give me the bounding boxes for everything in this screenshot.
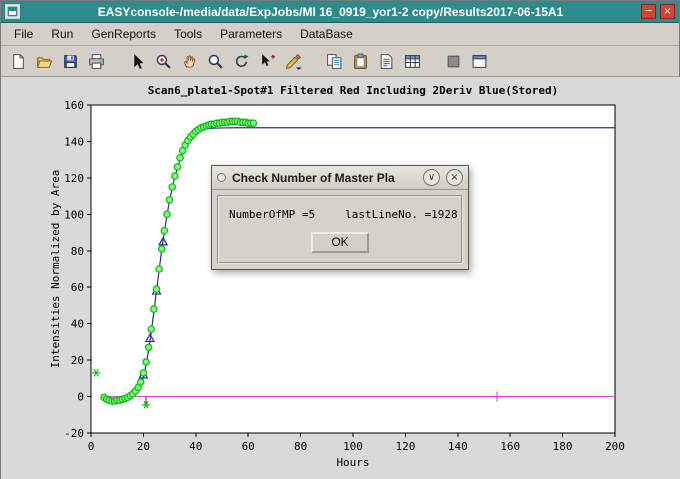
stop-icon[interactable] [441,49,465,73]
svg-text:Intensities Normalized by Area: Intensities Normalized by Area [49,170,62,369]
svg-text:-20: -20 [64,427,84,440]
svg-text:20: 20 [71,354,84,367]
svg-text:40: 40 [189,440,202,453]
save-icon[interactable] [58,49,82,73]
pen-dropdown-icon[interactable] [281,49,305,73]
dialog-check-number-of-master-plates: Check Number of Master Pla ∨ × NumberOfM… [211,165,469,270]
dialog-window-icon [217,173,226,182]
svg-text:100: 100 [343,440,363,453]
toolbar-separator [426,49,439,73]
dialog-close-button[interactable]: × [446,169,463,186]
print-icon[interactable] [84,49,108,73]
chart-canvas[interactable]: Scan6_plate1-Spot#1 Filtered Red Includi… [1,77,680,479]
zoom-area-icon[interactable] [203,49,227,73]
svg-text:120: 120 [64,172,84,185]
svg-text:100: 100 [64,208,84,221]
svg-text:60: 60 [242,440,255,453]
svg-text:80: 80 [294,440,307,453]
dialog-title: Check Number of Master Pla [232,171,417,185]
copy-icon[interactable] [322,49,346,73]
dialog-message: NumberOfMP =5 lastLineNo. =1928 [229,208,451,221]
open-folder-icon[interactable] [32,49,56,73]
svg-text:40: 40 [71,318,84,331]
svg-text:160: 160 [500,440,520,453]
dialog-ok-button[interactable]: OK [311,232,369,253]
minimize-button[interactable]: ─ [641,4,656,19]
titlebar: EASYconsole-/media/data/ExpJobs/MI 16_09… [1,1,679,23]
figure-area: Scan6_plate1-Spot#1 Filtered Red Includi… [1,77,680,479]
document-icon[interactable] [374,49,398,73]
new-file-icon[interactable] [6,49,30,73]
menu-genreports[interactable]: GenReports [82,24,165,44]
dialog-titlebar[interactable]: Check Number of Master Pla ∨ × [212,166,468,190]
svg-text:160: 160 [64,99,84,112]
menu-file[interactable]: File [5,24,42,44]
svg-text:60: 60 [71,281,84,294]
zoom-in-icon[interactable] [151,49,175,73]
app-window: { "window": { "title": "EASYconsole-/med… [0,0,680,479]
pan-hand-icon[interactable] [177,49,201,73]
dialog-ok-row: OK [229,232,451,253]
svg-text:0: 0 [77,391,84,404]
svg-text:20: 20 [137,440,150,453]
toolbar [1,46,679,77]
clipboard-icon[interactable] [348,49,372,73]
toolbar-separator [110,49,123,73]
app-icon [5,4,20,19]
crosshair-pointer-icon[interactable] [255,49,279,73]
svg-text:180: 180 [553,440,573,453]
close-button[interactable]: × [660,4,675,19]
dialog-shade-button[interactable]: ∨ [423,169,440,186]
toolbar-separator [307,49,320,73]
rotate-icon[interactable] [229,49,253,73]
svg-text:120: 120 [395,440,415,453]
svg-text:Hours: Hours [336,456,369,469]
menu-database[interactable]: DataBase [291,24,362,44]
svg-text:200: 200 [605,440,625,453]
dialog-message-numberofmp: NumberOfMP =5 [229,208,315,221]
window-icon[interactable] [467,49,491,73]
dialog-message-lastlineno: lastLineNo. =1928 [345,208,458,221]
svg-text:140: 140 [64,135,84,148]
menubar: FileRunGenReportsToolsParametersDataBase [1,23,679,46]
svg-text:0: 0 [88,440,95,453]
menu-parameters[interactable]: Parameters [211,24,291,44]
svg-text:140: 140 [448,440,468,453]
dialog-body: NumberOfMP =5 lastLineNo. =1928 OK [217,195,463,264]
menu-run[interactable]: Run [42,24,82,44]
window-title: EASYconsole-/media/data/ExpJobs/MI 16_09… [24,5,637,19]
svg-text:80: 80 [71,245,84,258]
select-arrow-icon[interactable] [125,49,149,73]
menu-tools[interactable]: Tools [165,24,211,44]
table-icon[interactable] [400,49,424,73]
svg-text:Scan6_plate1-Spot#1 Filtered R: Scan6_plate1-Spot#1 Filtered Red Includi… [148,84,559,97]
